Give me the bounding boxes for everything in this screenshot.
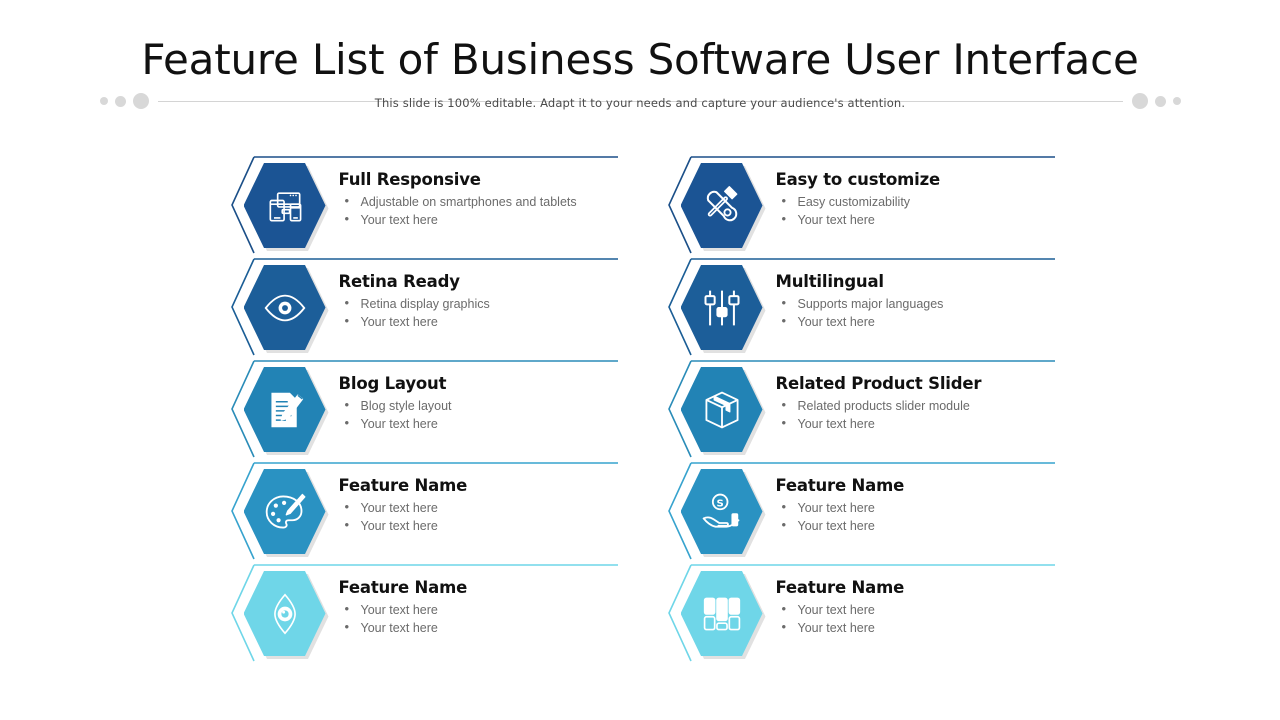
feature-icon-badge[interactable]	[243, 367, 329, 455]
feature-text-block: Feature Name Your text hereYour text her…	[339, 578, 617, 637]
tools-icon	[700, 184, 744, 228]
feature-bullet: Your text here	[339, 498, 617, 517]
feature-bullet: Your text here	[339, 516, 617, 535]
page-title: Feature List of Business Software User I…	[141, 35, 1139, 84]
feature-columns: Full Responsive Adjustable on smartphone…	[0, 155, 1280, 664]
feature-icon-badge[interactable]	[680, 163, 766, 251]
feature-bullet: Supports major languages	[776, 294, 1054, 313]
feature-bullet: Your text here	[776, 516, 1054, 535]
box-icon	[700, 388, 744, 432]
feature-bullet: Blog style layout	[339, 396, 617, 415]
feature-title: Feature Name	[775, 578, 905, 597]
slide-canvas: Feature List of Business Software User I…	[0, 0, 1280, 720]
feature-icon-badge[interactable]	[243, 163, 329, 251]
feature-icon-badge[interactable]	[680, 265, 766, 353]
right-column: Easy to customize Easy customizabilityYo…	[663, 155, 1055, 664]
feature-title: Feature Name	[338, 476, 468, 495]
feature-bullet: Your text here	[339, 414, 617, 433]
feature-text-block: Feature Name Your text hereYour text her…	[776, 578, 1054, 637]
feature-bullet: Your text here	[339, 210, 617, 229]
palette-brush-icon	[263, 490, 307, 534]
slide-header: Feature List of Business Software User I…	[0, 34, 1280, 109]
feature-bullet-list: Your text hereYour text here	[339, 600, 617, 637]
feature-title: Easy to customize	[775, 170, 941, 189]
svg-text:S: S	[716, 498, 723, 509]
left-column: Full Responsive Adjustable on smartphone…	[226, 155, 618, 664]
feature-row[interactable]: Blog Layout Blog style layoutYour text h…	[226, 359, 618, 460]
feature-bullet: Your text here	[339, 618, 617, 637]
feature-row[interactable]: Feature Name Your text hereYour text her…	[226, 461, 618, 562]
feature-bullet-list: Your text hereYour text here	[776, 498, 1054, 535]
feature-row[interactable]: Easy to customize Easy customizabilityYo…	[663, 155, 1055, 256]
feature-bullet: Your text here	[776, 414, 1054, 433]
blocks-grid-icon	[700, 592, 744, 636]
feature-bullet-list: Adjustable on smartphones and tabletsYou…	[339, 192, 617, 229]
feature-title: Blog Layout	[338, 374, 447, 393]
feature-icon-badge[interactable]	[243, 571, 329, 659]
feature-row[interactable]: Related Product Slider Related products …	[663, 359, 1055, 460]
feature-bullet: Your text here	[776, 312, 1054, 331]
feature-title: Retina Ready	[338, 272, 460, 291]
feature-bullet: Your text here	[776, 618, 1054, 637]
feature-bullet-list: Retina display graphicsYour text here	[339, 294, 617, 331]
sliders-icon	[700, 286, 744, 330]
feature-text-block: Feature Name Your text hereYour text her…	[339, 476, 617, 535]
eye-icon	[263, 286, 307, 330]
feature-title: Related Product Slider	[775, 374, 982, 393]
feature-bullet: Your text here	[339, 312, 617, 331]
feature-bullet: Easy customizability	[776, 192, 1054, 211]
feature-bullet: Your text here	[776, 210, 1054, 229]
devices-icon	[263, 184, 307, 228]
feature-title: Multilingual	[775, 272, 885, 291]
feature-icon-badge[interactable]	[680, 367, 766, 455]
feature-text-block: Multilingual Supports major languagesYou…	[776, 272, 1054, 331]
feature-text-block: Feature Name Your text hereYour text her…	[776, 476, 1054, 535]
feature-icon-badge[interactable]	[243, 469, 329, 557]
feature-row[interactable]: Full Responsive Adjustable on smartphone…	[226, 155, 618, 256]
feature-bullet: Related products slider module	[776, 396, 1054, 415]
feature-bullet-list: Blog style layoutYour text here	[339, 396, 617, 433]
feature-title: Feature Name	[775, 476, 905, 495]
feature-text-block: Blog Layout Blog style layoutYour text h…	[339, 374, 617, 433]
feature-row[interactable]: Retina Ready Retina display graphicsYour…	[226, 257, 618, 358]
feature-title: Feature Name	[338, 578, 468, 597]
feature-text-block: Retina Ready Retina display graphicsYour…	[339, 272, 617, 331]
feature-icon-badge[interactable]	[680, 571, 766, 659]
feature-text-block: Related Product Slider Related products …	[776, 374, 1054, 433]
feature-row[interactable]: Feature Name Your text hereYour text her…	[226, 563, 618, 664]
aperture-eye-icon	[263, 592, 307, 636]
page-subtitle: This slide is 100% editable. Adapt it to…	[374, 96, 906, 110]
feature-title: Full Responsive	[338, 170, 481, 189]
feature-row[interactable]: S Feature Name Your text hereYour text h…	[663, 461, 1055, 562]
feature-bullet-list: Related products slider moduleYour text …	[776, 396, 1054, 433]
feature-text-block: Full Responsive Adjustable on smartphone…	[339, 170, 617, 229]
feature-bullet-list: Supports major languagesYour text here	[776, 294, 1054, 331]
feature-bullet: Adjustable on smartphones and tablets	[339, 192, 617, 211]
hand-coin-icon: S	[700, 490, 744, 534]
feature-row[interactable]: Multilingual Supports major languagesYou…	[663, 257, 1055, 358]
feature-bullet-list: Your text hereYour text here	[776, 600, 1054, 637]
feature-bullet-list: Easy customizabilityYour text here	[776, 192, 1054, 229]
feature-icon-badge[interactable]	[243, 265, 329, 353]
feature-bullet-list: Your text hereYour text here	[339, 498, 617, 535]
feature-bullet: Retina display graphics	[339, 294, 617, 313]
feature-bullet: Your text here	[776, 600, 1054, 619]
feature-icon-badge[interactable]: S	[680, 469, 766, 557]
feature-bullet: Your text here	[776, 498, 1054, 517]
feature-text-block: Easy to customize Easy customizabilityYo…	[776, 170, 1054, 229]
feature-row[interactable]: Feature Name Your text hereYour text her…	[663, 563, 1055, 664]
document-pen-icon	[263, 388, 307, 432]
feature-bullet: Your text here	[339, 600, 617, 619]
